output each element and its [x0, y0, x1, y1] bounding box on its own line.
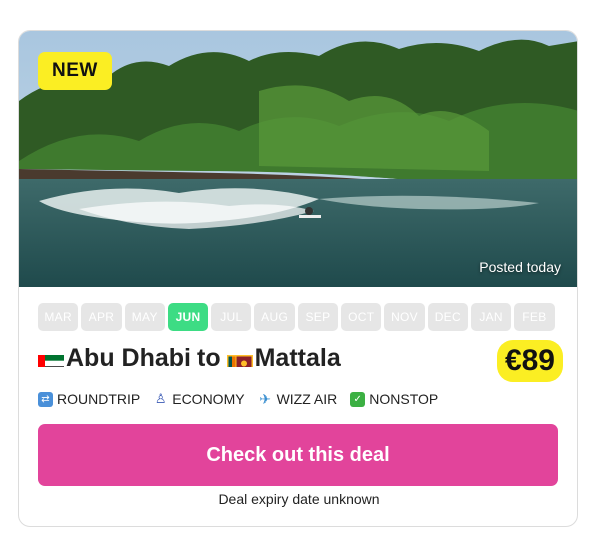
seat-icon: ♙ — [154, 391, 167, 406]
roundtrip-icon: ⇄ — [38, 391, 53, 407]
expiry-note: Deal expiry date unknown — [218, 491, 380, 507]
hero-image: NEW Posted today — [19, 31, 577, 287]
tag-airline: ✈ WIZZ AIR — [258, 390, 338, 408]
airplane-icon: ✈ — [259, 390, 271, 407]
check-out-deal-button[interactable]: Check out this deal — [38, 424, 558, 486]
month-selector: MAR APR MAY JUN JUL AUG SEP OCT NOV DEC JAN FEB — [38, 303, 555, 331]
tag-nonstop: ✓ NONSTOP — [350, 391, 438, 407]
month-feb[interactable]: FEB — [514, 303, 555, 331]
month-dec[interactable]: DEC — [427, 303, 468, 331]
tag-label: ROUNDTRIP — [57, 391, 141, 407]
route-title: Abu Dhabi to Mattala — [38, 344, 341, 373]
tag-label: ECONOMY — [172, 391, 245, 407]
tag-label: NONSTOP — [369, 391, 439, 407]
month-jun[interactable]: JUN — [167, 303, 209, 331]
month-jul[interactable]: JUL — [211, 303, 252, 331]
month-jan[interactable]: JAN — [470, 303, 512, 331]
price-badge: €89 — [496, 340, 563, 382]
tag-label: WIZZ AIR — [276, 391, 338, 407]
tag-roundtrip: ⇄ ROUNDTRIP — [38, 391, 140, 407]
deal-tags: ⇄ ROUNDTRIP ♙ ECONOMY ✈ WIZZ AIR ✓ NONST… — [38, 391, 438, 407]
month-apr[interactable]: APR — [81, 303, 122, 331]
check-icon: ✓ — [350, 391, 366, 407]
deal-card: NEW Posted today MAR APR MAY JUN JUL AUG SEP OC… — [18, 30, 578, 527]
uae-flag-icon — [38, 350, 64, 367]
route-destination: Mattala — [254, 344, 341, 372]
month-may[interactable]: MAY — [124, 303, 165, 331]
tag-economy: ♙ ECONOMY — [153, 391, 245, 407]
month-oct[interactable]: OCT — [341, 303, 382, 331]
route-connector: to — [197, 344, 221, 372]
month-aug[interactable]: AUG — [254, 303, 295, 331]
sri-lanka-flag-icon — [226, 350, 253, 367]
month-nov[interactable]: NOV — [384, 303, 425, 331]
new-badge: NEW — [38, 52, 112, 90]
route-origin: Abu Dhabi — [66, 344, 191, 372]
posted-date: Posted today — [479, 259, 561, 275]
month-sep[interactable]: SEP — [297, 303, 339, 331]
month-mar[interactable]: MAR — [38, 303, 79, 331]
